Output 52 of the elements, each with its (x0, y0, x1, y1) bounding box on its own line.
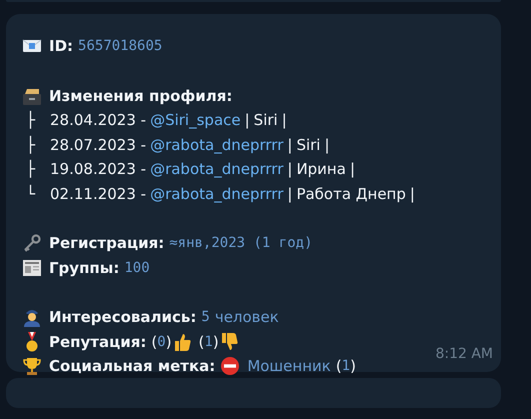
separator: | (324, 136, 330, 154)
groups-label: Группы: (49, 258, 120, 277)
change-date: 28.04.2023 - (50, 111, 146, 130)
paren: ) (212, 332, 219, 351)
profile-name: Ирина (296, 160, 346, 178)
username-link[interactable]: @rabota_dneprrrr (150, 136, 284, 154)
id-value: 5657018605 (78, 38, 162, 54)
paren: ( (198, 332, 204, 351)
reputation-label: Репутация: (49, 332, 146, 351)
interested-unit: человек (214, 308, 279, 326)
username-link[interactable]: @Siri_space (150, 111, 241, 130)
change-date: 19.08.2023 - (50, 160, 146, 178)
username-link[interactable]: @rabota_dneprrrr (150, 184, 284, 203)
profile-name: Работа Днепр (296, 184, 406, 203)
separator: | (244, 111, 250, 130)
section-title: Изменения профиля: (49, 86, 232, 105)
change-date: 02.11.2023 - (50, 184, 146, 203)
no-entry-icon (220, 356, 240, 376)
social-tag: Мошенник (247, 357, 331, 376)
tree-branch: ├ (26, 136, 36, 154)
paren: ( (336, 357, 342, 376)
paren: ( (151, 332, 158, 351)
interested-count: 5 (201, 309, 210, 326)
separator: | (350, 160, 355, 178)
tree-branch: ├ (26, 111, 36, 130)
tree-branch: ├ (26, 160, 36, 178)
paren: ) (166, 332, 172, 351)
username-link[interactable]: @rabota_dneprrrr (150, 160, 284, 178)
separator: | (287, 136, 292, 154)
separator: | (410, 184, 415, 203)
tree-branch: └ (26, 184, 36, 203)
registration-value: ≈янв,2023 (1 год) (169, 235, 313, 252)
social-tag-count: 1 (342, 358, 350, 374)
newspaper-icon (22, 258, 42, 278)
separator: | (287, 160, 292, 178)
id-label: ID: (49, 37, 74, 56)
separator: | (287, 184, 292, 203)
trophy-icon (22, 356, 42, 376)
change-date: 28.07.2023 - (50, 136, 146, 154)
paren: ) (350, 357, 356, 376)
interested-label: Интересовались: (49, 308, 196, 326)
profile-name: Siri (254, 111, 278, 130)
police-officer-icon (22, 307, 42, 328)
message-time: 8:12 AM (435, 346, 493, 362)
groups-value: 100 (124, 260, 150, 276)
key-icon (22, 233, 42, 254)
social-tag-label: Социальная метка: (49, 357, 216, 376)
registration-label: Регистрация: (49, 234, 164, 252)
separator: | (282, 111, 287, 130)
positive-count: 0 (157, 334, 166, 350)
negative-count: 1 (204, 334, 213, 350)
profile-name: Siri (296, 136, 320, 154)
